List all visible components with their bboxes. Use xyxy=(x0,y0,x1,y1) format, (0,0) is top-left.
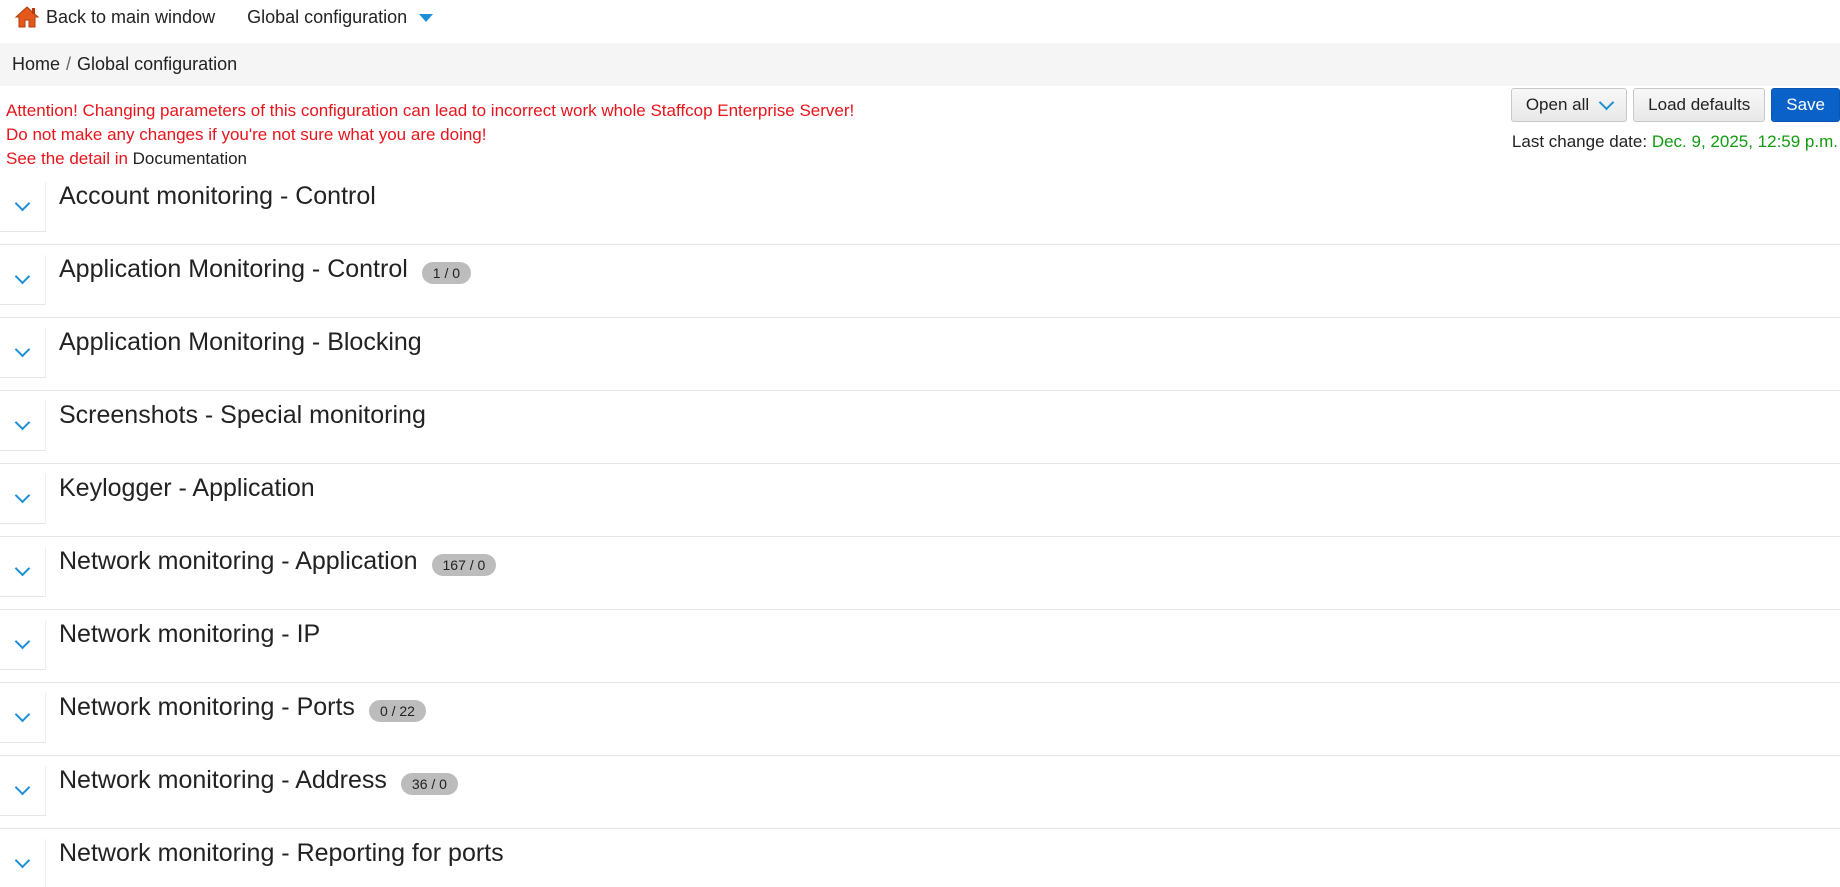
section-toggle[interactable] xyxy=(0,474,46,524)
chevron-down-icon xyxy=(14,706,31,723)
section-toggle[interactable] xyxy=(0,766,46,816)
section-application-monitoring-control[interactable]: Application Monitoring - Control 1 / 0 xyxy=(0,245,1840,318)
chevron-down-icon xyxy=(14,195,31,212)
back-to-main-label: Back to main window xyxy=(46,6,216,27)
count-badge: 1 / 0 xyxy=(421,261,472,284)
section-title: Network monitoring - Ports 0 / 22 xyxy=(59,693,426,722)
section-title-text: Network monitoring - Reporting for ports xyxy=(59,839,504,867)
section-title-text: Network monitoring - Address xyxy=(59,766,387,794)
load-defaults-button[interactable]: Load defaults xyxy=(1633,88,1766,122)
open-all-button[interactable]: Open all xyxy=(1510,88,1628,122)
section-title-text: Keylogger - Application xyxy=(59,474,315,502)
count-badge: 167 / 0 xyxy=(431,553,497,576)
section-network-monitoring-ports[interactable]: Network monitoring - Ports 0 / 22 xyxy=(0,683,1840,756)
section-title-text: Application Monitoring - Control xyxy=(59,255,408,283)
section-title-text: Screenshots - Special monitoring xyxy=(59,401,426,429)
section-title-text: Account monitoring - Control xyxy=(59,182,376,210)
open-all-label: Open all xyxy=(1525,95,1590,114)
chevron-down-icon xyxy=(14,487,31,504)
section-title: Network monitoring - Reporting for ports xyxy=(59,839,504,868)
chevron-down-icon xyxy=(14,633,31,650)
section-title: Screenshots - Special monitoring xyxy=(59,401,426,430)
config-dropdown[interactable]: Global configuration xyxy=(247,6,434,28)
config-sections: Account monitoring - Control Application… xyxy=(0,172,1840,887)
section-toggle[interactable] xyxy=(0,182,46,232)
chevron-down-icon xyxy=(14,852,31,869)
breadcrumb-current: Global configuration xyxy=(77,54,238,74)
section-toggle[interactable] xyxy=(0,620,46,670)
caret-down-icon xyxy=(419,14,434,22)
section-title: Keylogger - Application xyxy=(59,474,315,503)
section-title: Application Monitoring - Control 1 / 0 xyxy=(59,255,472,284)
chevron-down-icon xyxy=(14,779,31,796)
section-title-text: Application Monitoring - Blocking xyxy=(59,328,422,356)
warning-message: Attention! Changing parameters of this c… xyxy=(6,99,854,171)
breadcrumb-separator: / xyxy=(66,54,72,74)
section-title-text: Network monitoring - Application xyxy=(59,547,418,575)
chevron-down-icon xyxy=(14,560,31,577)
top-bar: Back to main window Global configuration xyxy=(0,0,1840,34)
section-title: Account monitoring - Control xyxy=(59,182,376,211)
warning-line-1: Attention! Changing parameters of this c… xyxy=(6,101,855,120)
last-change-info: Last change date: Dec. 9, 2025, 12:59 p.… xyxy=(1512,132,1838,152)
section-title: Network monitoring - Address 36 / 0 xyxy=(59,766,458,795)
section-network-monitoring-application[interactable]: Network monitoring - Application 167 / 0 xyxy=(0,537,1840,610)
section-account-monitoring-control[interactable]: Account monitoring - Control xyxy=(0,172,1840,245)
chevron-down-icon xyxy=(14,414,31,431)
section-toggle[interactable] xyxy=(0,693,46,743)
config-dropdown-label: Global configuration xyxy=(247,6,408,27)
documentation-link[interactable]: Documentation xyxy=(133,149,247,168)
count-badge: 36 / 0 xyxy=(400,772,458,795)
section-toggle[interactable] xyxy=(0,839,46,887)
config-header: Attention! Changing parameters of this c… xyxy=(0,86,1840,172)
section-screenshots-special-monitoring[interactable]: Screenshots - Special monitoring xyxy=(0,391,1840,464)
section-toggle[interactable] xyxy=(0,547,46,597)
section-network-monitoring-reporting-for-ports[interactable]: Network monitoring - Reporting for ports xyxy=(0,829,1840,887)
section-application-monitoring-blocking[interactable]: Application Monitoring - Blocking xyxy=(0,318,1840,391)
chevron-down-icon xyxy=(14,268,31,285)
section-network-monitoring-ip[interactable]: Network monitoring - IP xyxy=(0,610,1840,683)
chevron-down-icon xyxy=(1598,94,1615,111)
chevron-down-icon xyxy=(14,341,31,358)
breadcrumb: Home / Global configuration xyxy=(0,43,1840,86)
last-change-date: Dec. 9, 2025, 12:59 p.m. xyxy=(1651,132,1838,151)
home-icon xyxy=(14,6,40,28)
warning-line-3: See the detail in Documentation xyxy=(6,147,854,171)
section-title: Application Monitoring - Blocking xyxy=(59,328,422,357)
action-buttons: Open all Load defaults Save xyxy=(1505,88,1840,122)
section-toggle[interactable] xyxy=(0,255,46,305)
section-title: Network monitoring - Application 167 / 0 xyxy=(59,547,497,576)
section-toggle[interactable] xyxy=(0,401,46,451)
last-change-label: Last change date: xyxy=(1511,132,1648,151)
back-to-main-link[interactable]: Back to main window xyxy=(14,5,215,29)
section-title-text: Network monitoring - Ports xyxy=(59,693,355,721)
warning-line-3-prefix: See the detail in xyxy=(6,149,128,168)
section-title-text: Network monitoring - IP xyxy=(59,620,321,648)
save-button[interactable]: Save xyxy=(1771,88,1840,122)
section-toggle[interactable] xyxy=(0,328,46,378)
section-keylogger-application[interactable]: Keylogger - Application xyxy=(0,464,1840,537)
count-badge: 0 / 22 xyxy=(368,699,426,722)
warning-line-2: Do not make any changes if you're not su… xyxy=(6,125,487,144)
section-title: Network monitoring - IP xyxy=(59,620,320,649)
section-network-monitoring-address[interactable]: Network monitoring - Address 36 / 0 xyxy=(0,756,1840,829)
breadcrumb-home[interactable]: Home xyxy=(12,54,60,75)
